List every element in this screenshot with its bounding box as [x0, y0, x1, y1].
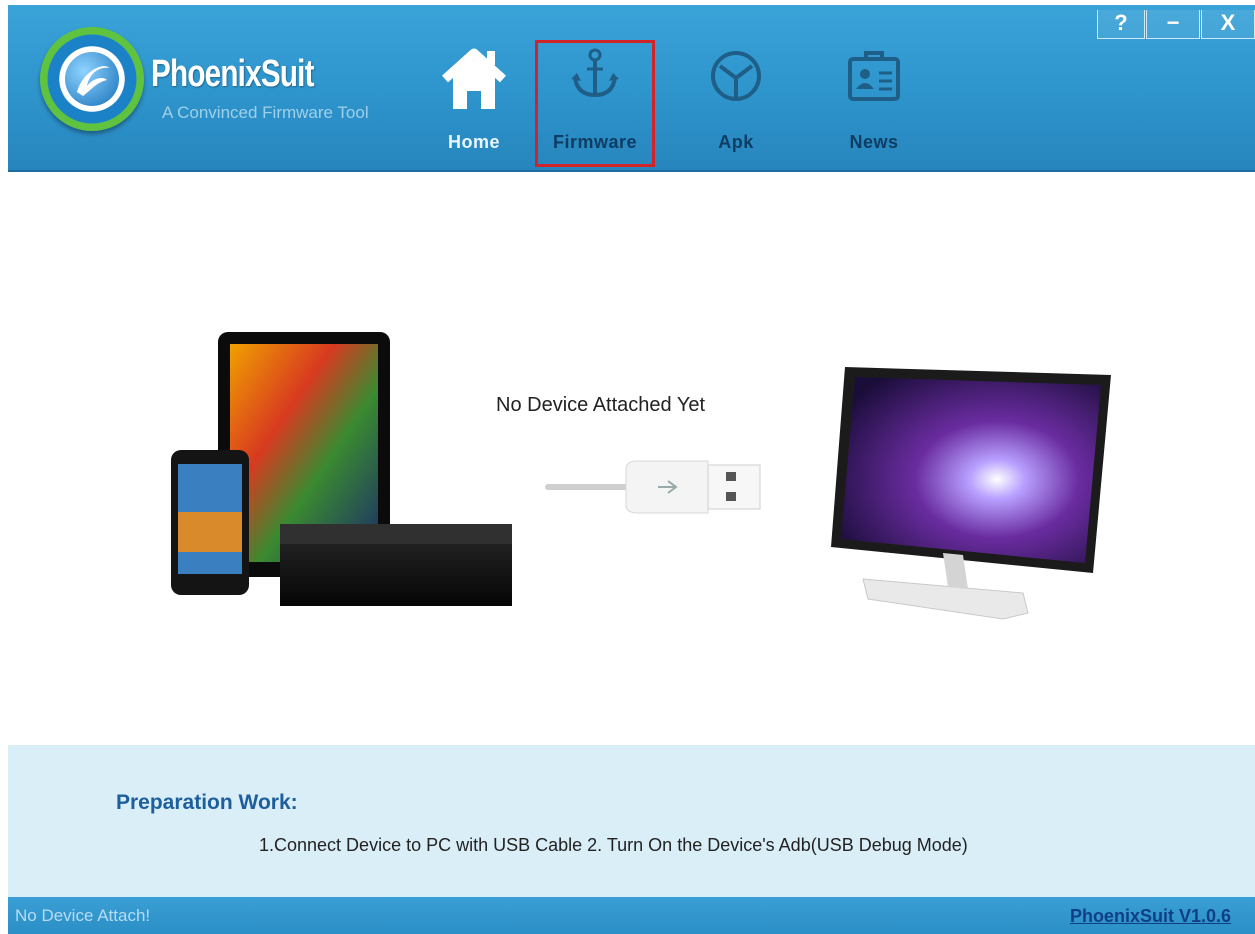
close-button[interactable]: X [1201, 10, 1255, 39]
nav-home[interactable]: Home [414, 5, 534, 165]
preparation-title: Preparation Work: [116, 791, 298, 814]
apk-icon [710, 50, 762, 107]
nav-apk[interactable]: Apk [676, 5, 796, 165]
nav-firmware-label: Firmware [552, 132, 638, 152]
main-content: No Device Attached Yet [8, 172, 1255, 745]
phoenixsuit-logo-icon [40, 27, 144, 131]
header-bar: PhoenixSuit A Convinced Firmware Tool Ho… [8, 5, 1255, 172]
news-icon [846, 47, 902, 108]
home-icon [439, 45, 509, 120]
nav-home-label: Home [447, 132, 500, 152]
anchor-icon [567, 47, 623, 108]
device-status-text: No Device Attach! [15, 906, 151, 925]
version-link[interactable]: PhoenixSuit V1.0.6 [1070, 906, 1231, 927]
app-window: PhoenixSuit A Convinced Firmware Tool Ho… [8, 5, 1255, 934]
nav-news[interactable]: News [814, 5, 934, 165]
preparation-steps: 1.Connect Device to PC with USB Cable 2.… [259, 835, 968, 855]
nav-news-label: News [849, 132, 899, 152]
status-bar: No Device Attach! PhoenixSuit V1.0.6 [8, 897, 1255, 934]
help-button[interactable]: ? [1097, 10, 1145, 39]
app-tagline: A Convinced Firmware Tool [162, 103, 369, 122]
usb-cable-icon [508, 447, 778, 527]
app-name: PhoenixSuit [151, 53, 314, 95]
pc-monitor-illustration [823, 367, 1123, 627]
nav-firmware[interactable]: Firmware [535, 40, 655, 167]
window-controls: ? − X [1096, 10, 1255, 42]
minimize-button[interactable]: − [1146, 10, 1200, 39]
preparation-panel: Preparation Work: 1.Connect Device to PC… [8, 745, 1255, 897]
device-status-message: No Device Attached Yet [496, 394, 706, 416]
nav-apk-label: Apk [718, 132, 754, 152]
android-devices-illustration [168, 332, 518, 622]
